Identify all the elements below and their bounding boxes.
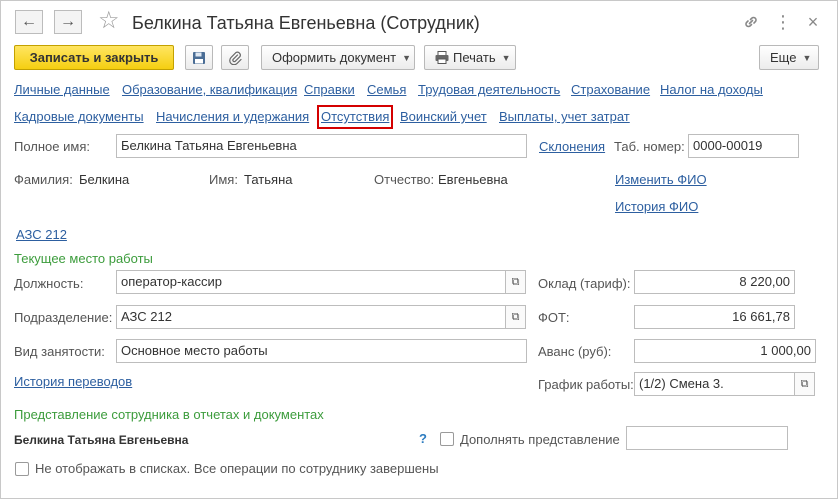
close-icon[interactable]: × — [801, 10, 825, 34]
full-name-label: Полное имя: — [14, 139, 90, 154]
link-organization[interactable]: АЗС 212 — [16, 227, 67, 243]
position-input[interactable]: оператор-кассир — [116, 270, 506, 294]
arrow-right-icon: → — [60, 13, 76, 30]
patronymic-label: Отчество: — [374, 172, 435, 187]
employment-type-input[interactable]: Основное место работы — [116, 339, 527, 363]
link-icon[interactable] — [739, 10, 763, 34]
name-value: Татьяна — [244, 172, 293, 187]
patronymic-value: Евгеньевна — [438, 172, 508, 187]
save-button[interactable] — [185, 45, 213, 70]
chevron-down-icon: ▼ — [501, 53, 511, 63]
attach-button[interactable] — [221, 45, 249, 70]
schedule-open-button[interactable]: ⧉ — [795, 372, 815, 396]
advance-input[interactable]: 1 000,00 — [634, 339, 816, 363]
hide-in-lists-checkbox[interactable] — [15, 462, 29, 476]
forward-button[interactable]: → — [54, 10, 82, 34]
employee-form-window: ← → ☆ Белкина Татьяна Евгеньевна (Сотруд… — [0, 0, 838, 499]
link-change-fio[interactable]: Изменить ФИО — [615, 172, 707, 188]
chevron-down-icon: ▼ — [402, 53, 412, 63]
current-job-section-title: Текущее место работы — [14, 251, 153, 266]
hide-in-lists-label: Не отображать в списках. Все операции по… — [35, 461, 439, 476]
department-label: Подразделение: — [14, 310, 113, 325]
link-personal-data[interactable]: Личные данные — [14, 82, 110, 98]
supplement-representation-label: Дополнять представление — [460, 432, 620, 447]
link-military-registration[interactable]: Воинский учет — [400, 109, 487, 125]
name-label: Имя: — [209, 172, 238, 187]
more-label: Еще — [770, 50, 797, 65]
full-name-input[interactable]: Белкина Татьяна Евгеньевна — [116, 134, 527, 158]
page-title: Белкина Татьяна Евгеньевна (Сотрудник) — [132, 13, 480, 33]
advance-label: Аванс (руб): — [538, 344, 612, 359]
salary-label: Оклад (тариф): — [538, 276, 631, 291]
link-declensions[interactable]: Склонения — [539, 139, 605, 155]
issue-document-button[interactable]: Оформить документ ▼ — [261, 45, 415, 70]
position-label: Должность: — [14, 276, 84, 291]
fot-input[interactable]: 16 661,78 — [634, 305, 795, 329]
open-window-icon: ⧉ — [511, 311, 520, 323]
supplement-representation-checkbox[interactable] — [440, 432, 454, 446]
representation-section-title: Представление сотрудника в отчетах и док… — [14, 407, 324, 422]
link-insurance[interactable]: Страхование — [571, 82, 650, 98]
link-fio-history[interactable]: История ФИО — [615, 199, 698, 215]
open-window-icon: ⧉ — [800, 378, 809, 390]
schedule-label: График работы: — [538, 377, 634, 392]
link-work-history[interactable]: Трудовая деятельность — [418, 82, 560, 98]
surname-value: Белкина — [79, 172, 130, 187]
link-family[interactable]: Семья — [367, 82, 406, 98]
salary-input[interactable]: 8 220,00 — [634, 270, 795, 294]
tab-number-input[interactable]: 0000-00019 — [688, 134, 799, 158]
tab-number-label: Таб. номер: — [614, 139, 685, 154]
back-button[interactable]: ← — [15, 10, 43, 34]
chevron-down-icon: ▼ — [802, 53, 812, 63]
department-input[interactable]: АЗС 212 — [116, 305, 506, 329]
supplement-representation-input[interactable] — [626, 426, 788, 450]
more-vertical-icon[interactable]: ⋮ — [771, 10, 795, 34]
link-transfer-history[interactable]: История переводов — [14, 374, 132, 390]
link-education[interactable]: Образование, квалификация — [122, 82, 297, 98]
link-certificates[interactable]: Справки — [304, 82, 355, 98]
print-label: Печать — [453, 50, 496, 65]
printer-icon — [435, 51, 449, 64]
save-and-close-button[interactable]: Записать и закрыть — [14, 45, 174, 70]
link-income-tax[interactable]: Налог на доходы — [660, 82, 763, 98]
open-window-icon: ⧉ — [511, 276, 520, 288]
employment-type-label: Вид занятости: — [14, 344, 105, 359]
help-icon[interactable]: ? — [419, 431, 427, 446]
position-open-button[interactable]: ⧉ — [506, 270, 526, 294]
representation-name: Белкина Татьяна Евгеньевна — [14, 433, 189, 447]
surname-label: Фамилия: — [14, 172, 73, 187]
link-accruals-deductions[interactable]: Начисления и удержания — [156, 109, 309, 125]
floppy-disk-icon — [193, 52, 205, 64]
link-absences[interactable]: Отсутствия — [316, 105, 394, 129]
link-payments-costs[interactable]: Выплаты, учет затрат — [499, 109, 630, 125]
arrow-left-icon: ← — [21, 13, 37, 30]
favorite-star-icon[interactable]: ☆ — [98, 7, 120, 35]
schedule-input[interactable]: (1/2) Смена 3. — [634, 372, 795, 396]
issue-document-label: Оформить документ — [272, 50, 397, 65]
department-open-button[interactable]: ⧉ — [506, 305, 526, 329]
link-hr-documents[interactable]: Кадровые документы — [14, 109, 144, 125]
more-button[interactable]: Еще ▼ — [759, 45, 819, 70]
fot-label: ФОТ: — [538, 310, 570, 325]
print-button[interactable]: Печать ▼ — [424, 45, 516, 70]
paperclip-icon — [229, 51, 242, 66]
